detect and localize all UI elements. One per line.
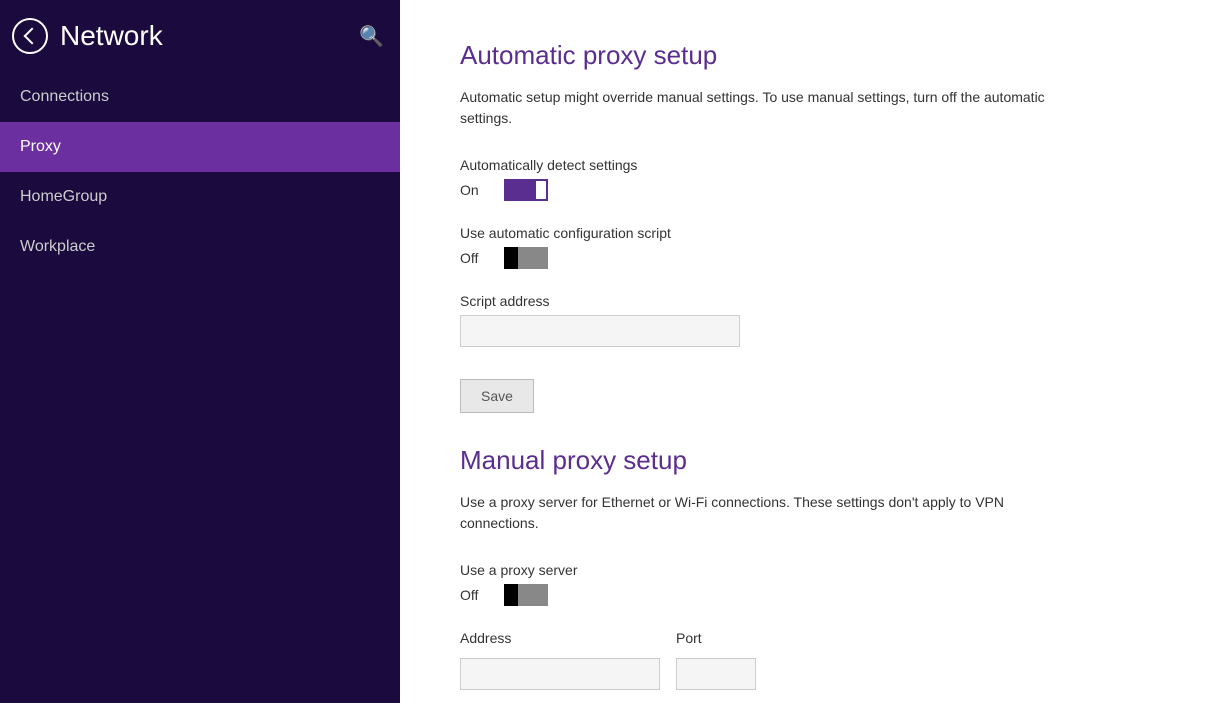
manual-proxy-section: Manual proxy setup Use a proxy server fo… [460,445,1150,690]
auto-config-label: Use automatic configuration script [460,225,1150,241]
search-icon[interactable]: 🔍 [359,24,384,49]
use-proxy-setting: Use a proxy server Off [460,562,1150,606]
main-content: Automatic proxy setup Automatic setup mi… [400,0,1210,703]
use-proxy-toggle[interactable] [504,584,548,606]
use-proxy-state: Off [460,587,488,603]
back-button[interactable] [12,18,48,54]
auto-detect-state: On [460,182,488,198]
address-port-row: Address Port [460,630,1150,690]
auto-proxy-description: Automatic setup might override manual se… [460,87,1080,129]
auto-detect-toggle-row: On [460,179,1150,201]
manual-proxy-title: Manual proxy setup [460,445,1150,476]
sidebar-item-proxy[interactable]: Proxy [0,122,400,172]
manual-proxy-description: Use a proxy server for Ethernet or Wi-Fi… [460,492,1080,534]
port-label: Port [676,630,756,646]
auto-detect-setting: Automatically detect settings On [460,157,1150,201]
address-input[interactable] [460,658,660,690]
sidebar: Network 🔍 Connections Proxy HomeGroup Wo… [0,0,400,703]
address-block: Address [460,630,660,690]
sidebar-item-workplace[interactable]: Workplace [0,222,400,272]
auto-config-toggle[interactable] [504,247,548,269]
sidebar-item-homegroup[interactable]: HomeGroup [0,172,400,222]
auto-config-toggle-row: Off [460,247,1150,269]
script-address-input[interactable] [460,315,740,347]
use-proxy-toggle-row: Off [460,584,1150,606]
auto-config-setting: Use automatic configuration script Off [460,225,1150,269]
port-block: Port [676,630,756,690]
auto-proxy-section: Automatic proxy setup Automatic setup mi… [460,40,1150,413]
auto-proxy-title: Automatic proxy setup [460,40,1150,71]
script-address-block: Script address [460,293,1150,347]
auto-detect-toggle[interactable] [504,179,548,201]
auto-config-state: Off [460,250,488,266]
use-proxy-label: Use a proxy server [460,562,1150,578]
port-input[interactable] [676,658,756,690]
sidebar-title: Network [60,20,347,52]
sidebar-item-connections[interactable]: Connections [0,72,400,122]
sidebar-header: Network 🔍 [0,0,400,72]
address-label: Address [460,630,660,646]
script-address-label: Script address [460,293,1150,309]
save-button[interactable]: Save [460,379,534,413]
auto-detect-label: Automatically detect settings [460,157,1150,173]
